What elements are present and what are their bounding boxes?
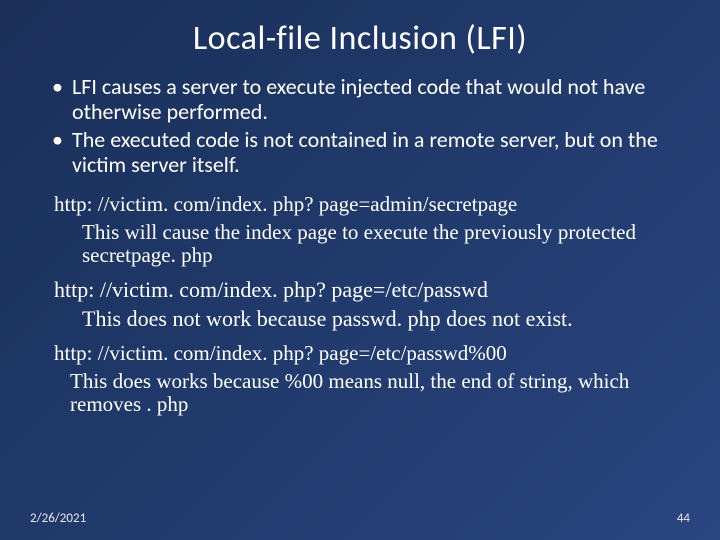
footer-date: 2/26/2021 xyxy=(30,511,86,526)
bullet-item: LFI causes a server to execute injected … xyxy=(50,75,670,124)
page-title: Local-file Inclusion (LFI) xyxy=(40,18,680,59)
footer: 2/26/2021 44 xyxy=(0,511,720,526)
example-2: http: //victim. com/index. php? page=/et… xyxy=(54,277,680,331)
slide: Local-file Inclusion (LFI) LFI causes a … xyxy=(0,0,720,540)
example-3: http: //victim. com/index. php? page=/et… xyxy=(54,341,680,416)
bullet-item: The executed code is not contained in a … xyxy=(50,128,670,177)
example-explain: This will cause the index page to execut… xyxy=(82,221,680,267)
example-url: http: //victim. com/index. php? page=/et… xyxy=(54,277,680,303)
example-explain: This does not work because passwd. php d… xyxy=(82,307,680,331)
example-url: http: //victim. com/index. php? page=adm… xyxy=(54,192,680,217)
footer-page: 44 xyxy=(677,511,690,526)
example-1: http: //victim. com/index. php? page=adm… xyxy=(54,192,680,267)
example-url: http: //victim. com/index. php? page=/et… xyxy=(54,341,680,366)
bullet-list: LFI causes a server to execute injected … xyxy=(50,75,670,178)
example-explain: This does works because %00 means null, … xyxy=(70,370,680,416)
